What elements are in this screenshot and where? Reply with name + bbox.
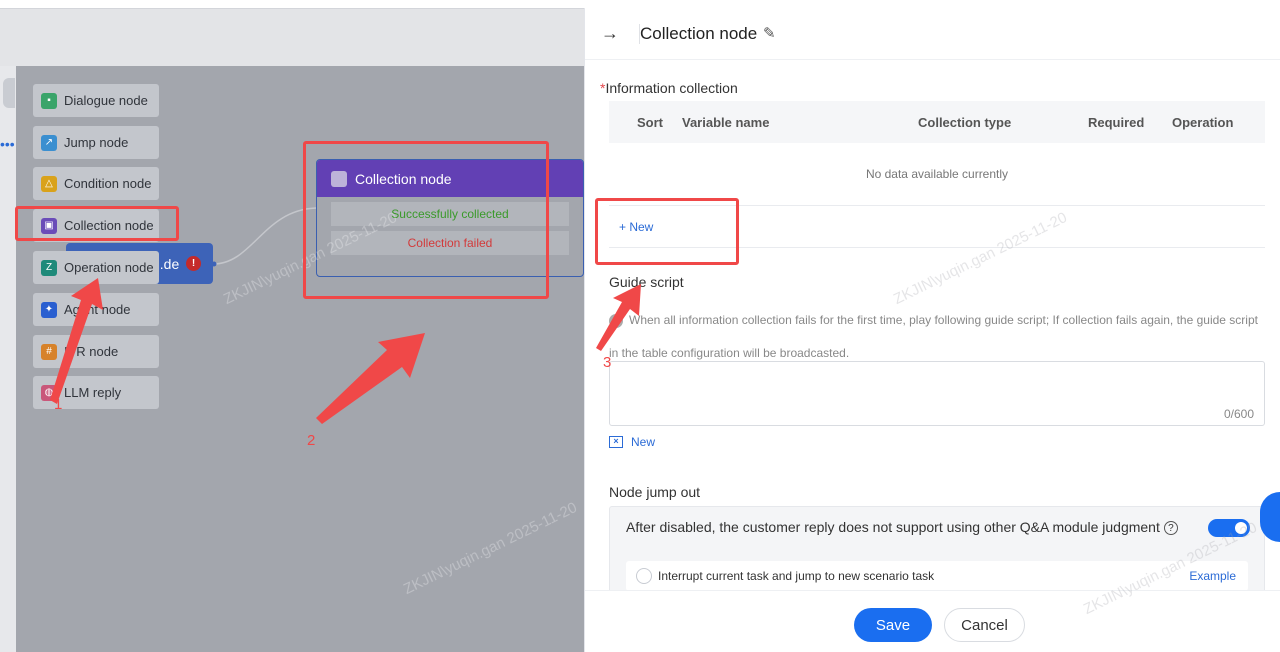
help-icon[interactable]: ? bbox=[1163, 521, 1178, 536]
jump-toggle-text: After disabled, the customer reply does … bbox=[626, 519, 1160, 535]
char-counter: 0/600 bbox=[1223, 407, 1254, 421]
annotation-arrows bbox=[50, 278, 641, 424]
radio-button[interactable] bbox=[636, 568, 652, 584]
cancel-button[interactable]: Cancel bbox=[944, 608, 1025, 642]
column-header-operation: Operation bbox=[1172, 115, 1234, 130]
panel-footer: Save Cancel bbox=[585, 590, 1280, 652]
jump-out-settings: After disabled, the customer reply does … bbox=[609, 506, 1265, 596]
jump-toggle-label: After disabled, the customer reply does … bbox=[626, 519, 1178, 536]
app-canvas: ••• ▪ Dialogue node ↗ Jump node △ Condit… bbox=[0, 0, 1280, 652]
example-link[interactable]: Example bbox=[1189, 569, 1236, 583]
save-button[interactable]: Save bbox=[854, 608, 932, 642]
annotation-number: 2 bbox=[307, 432, 316, 449]
column-header-type: Collection type bbox=[918, 115, 1012, 130]
node-jump-out-label: Node jump out bbox=[609, 484, 701, 500]
pencil-icon[interactable]: ✎ bbox=[763, 24, 776, 42]
annotation-number: 1 bbox=[54, 396, 63, 413]
annotation-number: 3 bbox=[603, 354, 612, 371]
jump-option-text: Interrupt current task and jump to new s… bbox=[658, 569, 935, 583]
column-header-required: Required bbox=[1088, 115, 1145, 130]
